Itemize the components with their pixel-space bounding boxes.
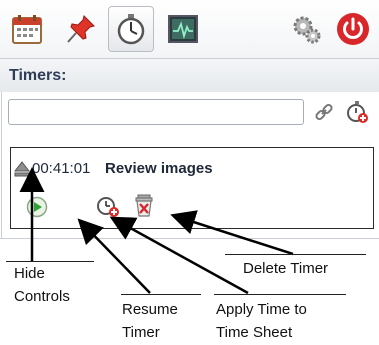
resume-timer-label-line2: Timer <box>122 324 160 341</box>
delete-timer-underline <box>225 254 366 255</box>
delete-timer-label: Delete Timer <box>243 260 329 277</box>
delete-timer-callout: Delete Timer <box>243 257 328 280</box>
resume-timer-label-line1: Resume <box>122 301 178 318</box>
hide-controls-label-line1: Hide <box>14 265 45 282</box>
apply-time-label-line1: Apply Time to <box>216 301 307 318</box>
hide-controls-callout: Hide Controls <box>14 262 70 308</box>
apply-time-arrow <box>109 216 249 295</box>
apply-time-label-line2: Time Sheet <box>216 324 293 341</box>
apply-time-callout: Apply Time to Time Sheet <box>216 298 307 344</box>
apply-time-underline <box>214 294 346 295</box>
delete-timer-arrow <box>170 210 294 256</box>
resume-timer-callout: Resume Timer <box>122 298 178 344</box>
resume-timer-underline <box>121 294 201 295</box>
hide-controls-label-line2: Controls <box>14 288 70 305</box>
